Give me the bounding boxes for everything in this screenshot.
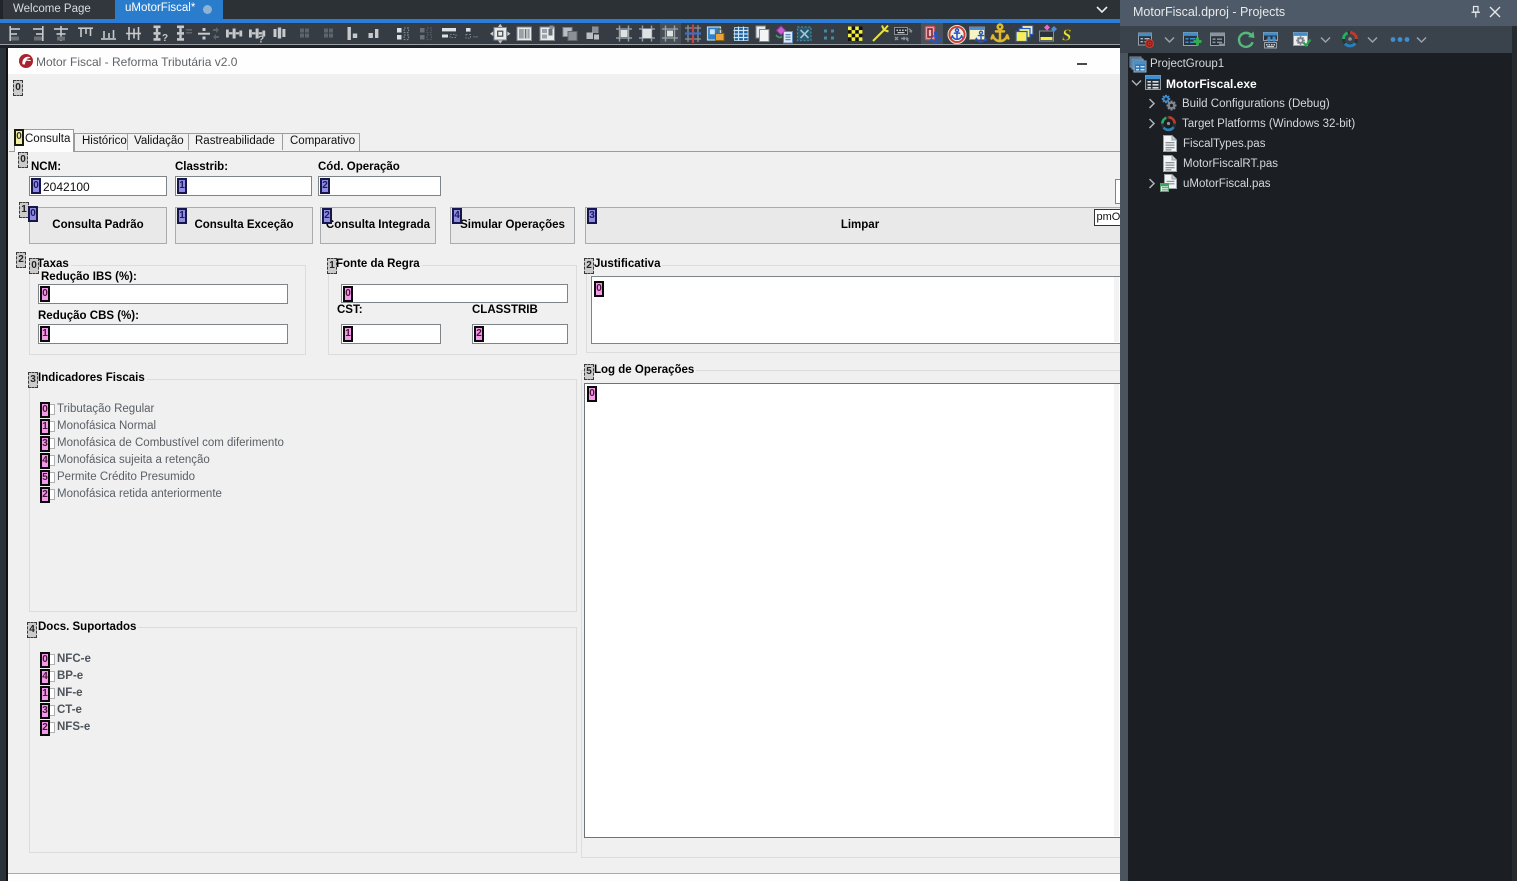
svg-text:?: ? bbox=[258, 34, 264, 44]
svg-text:S: S bbox=[1062, 25, 1071, 44]
svg-text:?: ? bbox=[162, 33, 168, 44]
